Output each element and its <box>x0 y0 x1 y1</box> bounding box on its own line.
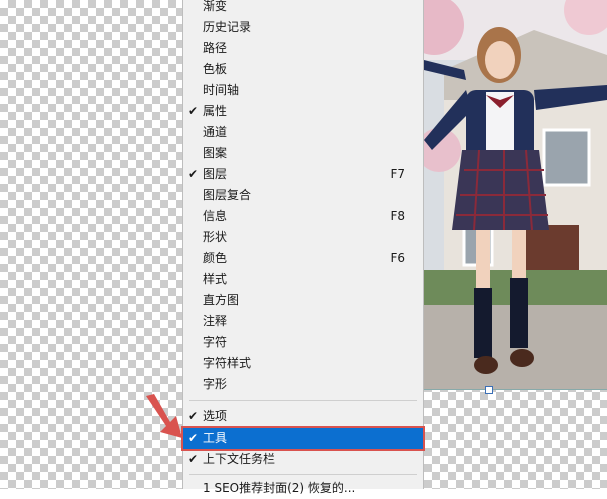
menu-item-contextual-taskbar[interactable]: ✔ 上下文任务栏 <box>183 449 423 470</box>
shortcut-label: F7 <box>390 167 405 181</box>
menu-item-color[interactable]: 颜色 F6 <box>183 248 423 269</box>
check-icon: ✔ <box>188 409 199 423</box>
menu-item-options[interactable]: ✔ 选项 <box>183 406 423 427</box>
shortcut-label: F6 <box>390 251 405 265</box>
menu-item-layer-comps[interactable]: 图层复合 <box>183 185 423 206</box>
document-image <box>424 0 607 390</box>
menu-item-channels[interactable]: 通道 <box>183 122 423 143</box>
menu-item-glyphs[interactable]: 字形 <box>183 374 423 395</box>
menu-item-character-styles[interactable]: 字符样式 <box>183 353 423 374</box>
check-icon: ✔ <box>188 104 199 118</box>
check-icon: ✔ <box>188 431 199 445</box>
menu-item-info[interactable]: 信息 F8 <box>183 206 423 227</box>
check-icon: ✔ <box>188 167 199 181</box>
menu-item-shapes[interactable]: 形状 <box>183 227 423 248</box>
menu-item-histogram[interactable]: 直方图 <box>183 290 423 311</box>
menu-item-layers[interactable]: ✔ 图层 F7 <box>183 164 423 185</box>
menu-item-gradients[interactable]: 渐变 <box>183 0 423 17</box>
menu-item-tools[interactable]: ✔ 工具 <box>183 428 423 449</box>
menu-item-notes[interactable]: 注释 <box>183 311 423 332</box>
menu-item-properties[interactable]: ✔ 属性 <box>183 101 423 122</box>
menu-separator <box>189 400 417 401</box>
annotation-arrow-icon <box>146 394 182 438</box>
shortcut-label: F8 <box>390 209 405 223</box>
transform-handle[interactable] <box>485 386 493 394</box>
menu-separator <box>189 474 417 475</box>
menu-item-paths[interactable]: 路径 <box>183 38 423 59</box>
menu-item-history[interactable]: 历史记录 <box>183 17 423 38</box>
menu-item-patterns[interactable]: 图案 <box>183 143 423 164</box>
menu-item-timeline[interactable]: 时间轴 <box>183 80 423 101</box>
menu-item-styles[interactable]: 样式 <box>183 269 423 290</box>
menu-item-character[interactable]: 字符 <box>183 332 423 353</box>
menu-item-swatches[interactable]: 色板 <box>183 59 423 80</box>
check-icon: ✔ <box>188 452 199 466</box>
window-menu: 渐变 历史记录 路径 色板 时间轴 ✔ 属性 通道 图案 ✔ 图层 F7 图层复合 信… <box>182 0 424 495</box>
